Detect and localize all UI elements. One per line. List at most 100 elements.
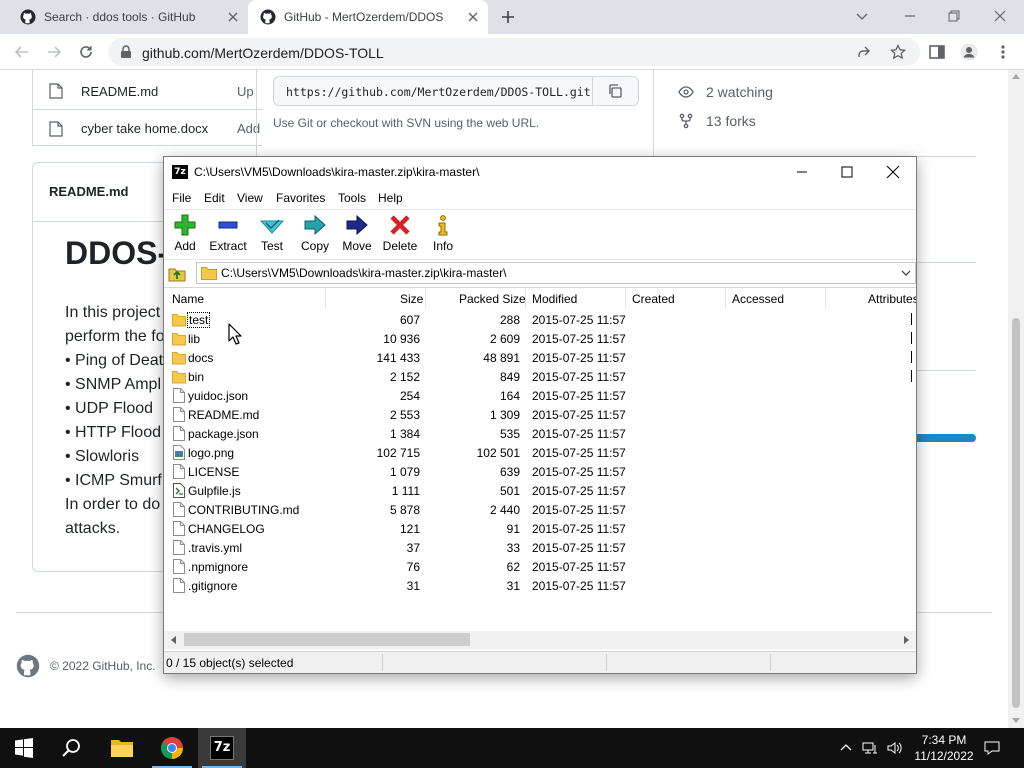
- volume-icon[interactable]: [886, 740, 902, 756]
- file-list[interactable]: Name Size Packed Size Modified Created A…: [164, 287, 916, 629]
- current-path[interactable]: C:\Users\VM5\Downloads\kira-master.zip\k…: [221, 266, 506, 280]
- file-name[interactable]: bin: [188, 370, 204, 384]
- add-button[interactable]: Add: [170, 214, 200, 258]
- file-row[interactable]: bin 2 152 849 2015-07-25 11:57: [164, 367, 916, 386]
- file-row[interactable]: LICENSE 1 079 639 2015-07-25 11:57: [164, 462, 916, 481]
- file-name[interactable]: package.json: [188, 427, 259, 441]
- file-name[interactable]: .travis.yml: [188, 541, 242, 555]
- maximize-icon[interactable]: [839, 164, 855, 180]
- tab-github-ddos-toll[interactable]: GitHub - MertOzerdem/DDOS-TOLL: [248, 0, 488, 34]
- close-tab-icon[interactable]: [466, 10, 480, 24]
- file-row[interactable]: cyber take home.docx Add: [33, 109, 263, 147]
- file-name[interactable]: CHANGELOG: [188, 522, 265, 536]
- column-name[interactable]: Name: [172, 292, 204, 306]
- notifications-icon[interactable]: [984, 740, 1000, 756]
- path-dropdown-icon[interactable]: [901, 268, 911, 278]
- file-row[interactable]: CONTRIBUTING.md 5 878 2 440 2015-07-25 11:5…: [164, 500, 916, 519]
- show-hidden-icons-chevron-icon[interactable]: [838, 740, 854, 756]
- file-row[interactable]: lib 10 936 2 609 2015-07-25 11:57: [164, 329, 916, 348]
- file-name[interactable]: cyber take home.docx: [81, 121, 208, 136]
- start-button[interactable]: [0, 728, 48, 768]
- clone-url[interactable]: https://github.com/MertOzerdem/DDOS-TOLL…: [286, 85, 591, 99]
- extract-button[interactable]: Extract: [208, 214, 248, 258]
- system-clock[interactable]: 7:34 PM 11/12/2022: [912, 732, 976, 764]
- file-row[interactable]: README.md 2 553 1 309 2015-07-25 11:57: [164, 405, 916, 424]
- file-name[interactable]: yuidoc.json: [188, 389, 248, 403]
- file-commit-message[interactable]: Up: [237, 84, 254, 99]
- file-name[interactable]: .npmignore: [188, 560, 248, 574]
- info-button[interactable]: Info: [430, 214, 456, 258]
- restore-icon[interactable]: [946, 8, 962, 24]
- scroll-right-icon[interactable]: [904, 636, 909, 644]
- file-name[interactable]: README.md: [188, 408, 259, 422]
- file-name[interactable]: .gitignore: [188, 579, 237, 593]
- up-folder-icon[interactable]: [168, 264, 186, 282]
- file-row[interactable]: README.md Up: [33, 72, 263, 110]
- scroll-thumb[interactable]: [184, 633, 470, 646]
- column-size[interactable]: Size: [400, 292, 423, 306]
- scroll-left-icon[interactable]: [171, 636, 176, 644]
- file-row[interactable]: logo.png 102 715 102 501 2015-07-25 11:57: [164, 443, 916, 462]
- lock-icon[interactable]: [120, 45, 132, 59]
- tab-search-chevron-icon[interactable]: [854, 8, 870, 24]
- file-row[interactable]: test 607 288 2015-07-25 11:57: [164, 310, 916, 329]
- forks-count[interactable]: 13 forks: [706, 113, 756, 129]
- back-icon[interactable]: [14, 44, 30, 60]
- file-name[interactable]: lib: [188, 332, 200, 346]
- delete-button[interactable]: Delete: [382, 214, 418, 258]
- watching-count[interactable]: 2 watching: [706, 84, 773, 100]
- readme-header[interactable]: README.md: [49, 184, 128, 199]
- github-logo-icon[interactable]: [16, 654, 40, 678]
- bookmark-star-icon[interactable]: [890, 44, 906, 60]
- search-button[interactable]: [48, 728, 96, 768]
- taskbar-chrome[interactable]: [148, 728, 196, 768]
- share-icon[interactable]: [856, 44, 872, 60]
- file-name[interactable]: README.md: [81, 84, 158, 99]
- file-row[interactable]: Gulpfile.js 1 111 501 2015-07-25 11:57: [164, 481, 916, 500]
- file-row[interactable]: .travis.yml 37 33 2015-07-25 11:57: [164, 538, 916, 557]
- minimize-icon[interactable]: [902, 8, 918, 24]
- column-accessed[interactable]: Accessed: [732, 292, 784, 306]
- profile-avatar-icon[interactable]: [960, 43, 978, 61]
- more-menu-icon[interactable]: [994, 43, 1012, 61]
- scroll-up-icon[interactable]: [1012, 74, 1020, 79]
- file-row[interactable]: .gitignore 31 31 2015-07-25 11:57: [164, 576, 916, 595]
- close-tab-icon[interactable]: [226, 10, 240, 24]
- forward-icon[interactable]: [46, 44, 62, 60]
- menu-tools[interactable]: Tools: [338, 191, 366, 205]
- copy-button[interactable]: Copy: [298, 214, 332, 258]
- file-name[interactable]: CONTRIBUTING.md: [188, 503, 299, 517]
- file-name[interactable]: test: [186, 312, 211, 328]
- file-name[interactable]: logo.png: [188, 446, 234, 460]
- move-button[interactable]: Move: [340, 214, 374, 258]
- horizontal-scrollbar[interactable]: [164, 631, 916, 649]
- file-row[interactable]: docs 141 433 48 891 2015-07-25 11:57: [164, 348, 916, 367]
- column-separator[interactable]: [725, 288, 726, 308]
- scroll-thumb[interactable]: [1012, 318, 1020, 708]
- menu-help[interactable]: Help: [378, 191, 403, 205]
- menu-edit[interactable]: Edit: [204, 191, 225, 205]
- scroll-down-icon[interactable]: [1012, 718, 1020, 723]
- page-scrollbar[interactable]: [1008, 70, 1024, 728]
- file-name[interactable]: docs: [188, 351, 213, 365]
- copy-url-button[interactable]: [592, 77, 638, 105]
- taskbar-file-explorer[interactable]: [98, 728, 146, 768]
- menu-file[interactable]: File: [172, 191, 191, 205]
- close-window-icon[interactable]: [992, 8, 1008, 24]
- column-separator[interactable]: [325, 288, 326, 308]
- column-separator[interactable]: [525, 288, 526, 308]
- file-row[interactable]: yuidoc.json 254 164 2015-07-25 11:57: [164, 386, 916, 405]
- menu-favorites[interactable]: Favorites: [276, 191, 325, 205]
- clone-url-field[interactable]: https://github.com/MertOzerdem/DDOS-TOLL…: [273, 76, 639, 106]
- tab-search-ddos-tools[interactable]: Search · ddos tools · GitHub: [8, 0, 248, 34]
- address-bar[interactable]: github.com/MertOzerdem/DDOS-TOLL: [108, 38, 920, 66]
- column-separator[interactable]: [425, 288, 426, 308]
- file-name[interactable]: LICENSE: [188, 465, 239, 479]
- column-modified[interactable]: Modified: [532, 292, 577, 306]
- file-row[interactable]: .npmignore 76 62 2015-07-25 11:57: [164, 557, 916, 576]
- 7zip-title-bar[interactable]: 7z C:\Users\VM5\Downloads\kira-master.zi…: [164, 157, 916, 187]
- network-icon[interactable]: [862, 740, 878, 756]
- column-separator[interactable]: [625, 288, 626, 308]
- column-packed-size[interactable]: Packed Size: [459, 292, 526, 306]
- path-combobox[interactable]: C:\Users\VM5\Downloads\kira-master.zip\k…: [196, 262, 916, 284]
